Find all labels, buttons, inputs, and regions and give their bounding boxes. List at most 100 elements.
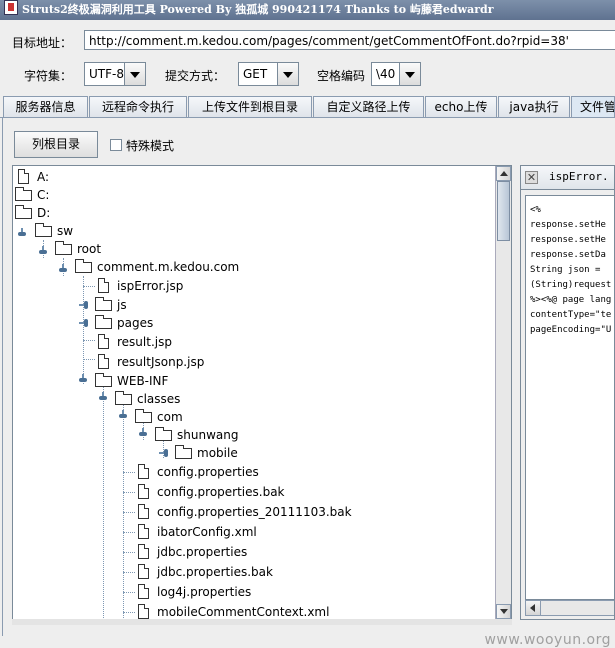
folder-icon <box>95 315 112 329</box>
tree-connector <box>123 592 135 593</box>
tree-node-label: root <box>77 242 102 256</box>
tab-upload-root[interactable]: 上传文件到根目录 <box>188 96 312 117</box>
window-title: Struts2终极漏洞利用工具 Powered By 独孤城 990421174… <box>22 3 494 16</box>
file-icon <box>18 169 29 184</box>
tab-echo-upload[interactable]: echo上传 <box>425 96 497 117</box>
chevron-down-icon[interactable] <box>124 63 145 85</box>
code-line: response.setHe <box>530 235 606 245</box>
charset-select[interactable]: UTF-8 <box>84 62 146 86</box>
editor-horizontal-scrollbar[interactable] <box>525 600 614 616</box>
charset-label: 字符集： <box>24 69 73 83</box>
folder-icon <box>155 427 172 441</box>
file-icon <box>138 484 149 499</box>
file-icon <box>98 278 109 293</box>
collapse-toggle-icon[interactable] <box>139 428 148 437</box>
tab-bar: 服务器信息 远程命令执行 上传文件到根目录 自定义路径上传 echo上传 jav… <box>0 96 615 118</box>
tree-node-label: pages <box>117 316 154 330</box>
tree-node-label: jdbc.properties.bak <box>157 565 273 579</box>
folder-icon <box>95 297 112 311</box>
scroll-left-icon[interactable] <box>526 601 541 615</box>
tree-vertical-scrollbar[interactable] <box>495 166 511 619</box>
list-root-button[interactable]: 列根目录 <box>14 131 98 158</box>
url-label: 目标地址： <box>12 36 73 50</box>
code-line: %><%@ page lang <box>530 295 612 305</box>
tree-node-label: C: <box>37 188 50 202</box>
expand-toggle-icon[interactable] <box>79 301 88 310</box>
folder-icon <box>175 445 192 459</box>
file-content-area[interactable]: <% response.setHe response.setHe respons… <box>525 195 614 600</box>
url-input[interactable]: http://comment.m.kedou.com/pages/comment… <box>84 30 615 50</box>
method-select[interactable]: GET <box>238 62 299 86</box>
scroll-thumb[interactable] <box>497 181 510 241</box>
tab-custom-upload[interactable]: 自定义路径上传 <box>313 96 424 117</box>
watermark: www.wooyun.org <box>484 632 611 648</box>
tree-connector <box>123 532 135 533</box>
file-icon <box>98 334 109 349</box>
tree-node-label: log4j.properties <box>157 585 252 599</box>
tree-node-label: config.properties_20111103.bak <box>157 505 352 519</box>
tree-node-label: ispError.jsp <box>117 279 184 293</box>
tree-node-label: WEB-INF <box>117 374 169 388</box>
file-tree[interactable]: A: C: D: sw root comment.m.kedou.com isp… <box>12 165 512 620</box>
code-line: contentType="te <box>530 310 612 320</box>
collapse-toggle-icon[interactable] <box>59 264 68 273</box>
file-icon <box>138 544 149 559</box>
space-encoding-value: \40 <box>376 67 396 81</box>
space-encoding-label: 空格编码 <box>317 69 366 83</box>
tree-node-label: classes <box>137 392 181 406</box>
tree-node-label: mobileCommentContext.xml <box>157 605 330 619</box>
tree-node-label: ibatorConfig.xml <box>157 525 257 539</box>
tree-connector <box>123 572 135 573</box>
tree-connector <box>83 286 95 287</box>
tree-node-label: sw <box>57 224 74 238</box>
scroll-up-icon[interactable] <box>496 166 511 181</box>
editor-tab[interactable]: ✕ ispError. <box>521 166 614 190</box>
folder-icon <box>15 187 32 201</box>
java-app-icon <box>4 0 18 15</box>
collapse-toggle-icon[interactable] <box>79 374 88 383</box>
tab-file-manager[interactable]: 文件管理 <box>571 96 615 117</box>
expand-toggle-icon[interactable] <box>79 319 88 328</box>
file-icon <box>138 604 149 619</box>
special-mode-checkbox[interactable] <box>110 139 122 151</box>
folder-icon <box>115 391 132 405</box>
collapse-toggle-icon[interactable] <box>18 228 27 237</box>
tree-connector <box>123 512 135 513</box>
tree-node-label: jdbc.properties <box>157 545 248 559</box>
space-encoding-select[interactable]: \40 <box>371 62 421 86</box>
scroll-down-icon[interactable] <box>496 604 511 619</box>
chevron-down-icon[interactable] <box>277 63 298 85</box>
file-editor-panel: ✕ ispError. <% response.setHe response.s… <box>520 165 615 620</box>
special-mode-label: 特殊模式 <box>126 139 175 153</box>
expand-toggle-icon[interactable] <box>159 449 168 458</box>
tree-connector <box>83 340 95 341</box>
file-icon <box>98 354 109 369</box>
folder-icon <box>15 205 32 219</box>
chevron-down-icon[interactable] <box>399 63 420 85</box>
folder-icon <box>75 259 92 273</box>
folder-icon <box>35 223 52 237</box>
code-line: <% <box>530 205 541 215</box>
tab-remote-command[interactable]: 远程命令执行 <box>89 96 187 117</box>
tree-horizontal-scrollbar[interactable] <box>12 619 512 625</box>
tab-java-exec[interactable]: java执行 <box>498 96 570 117</box>
collapse-toggle-icon[interactable] <box>99 392 108 401</box>
method-label: 提交方式： <box>165 69 226 83</box>
tree-node-label: config.properties <box>157 465 259 479</box>
folder-icon <box>95 373 112 387</box>
folder-icon <box>55 241 72 255</box>
tree-node-label: D: <box>37 206 51 220</box>
tree-node-label: com <box>157 410 183 424</box>
tree-node-label: config.properties.bak <box>157 485 285 499</box>
close-icon[interactable]: ✕ <box>525 171 538 184</box>
code-line: response.setHe <box>530 220 606 230</box>
tab-server-info[interactable]: 服务器信息 <box>3 96 88 117</box>
window-title-bar: Struts2终极漏洞利用工具 Powered By 独孤城 990421174… <box>0 0 615 20</box>
collapse-toggle-icon[interactable] <box>119 410 128 419</box>
file-icon <box>138 504 149 519</box>
tree-connector <box>123 552 135 553</box>
file-icon <box>138 564 149 579</box>
collapse-toggle-icon[interactable] <box>39 246 48 255</box>
tree-connector <box>123 612 135 613</box>
tree-node-label: shunwang <box>177 428 239 442</box>
